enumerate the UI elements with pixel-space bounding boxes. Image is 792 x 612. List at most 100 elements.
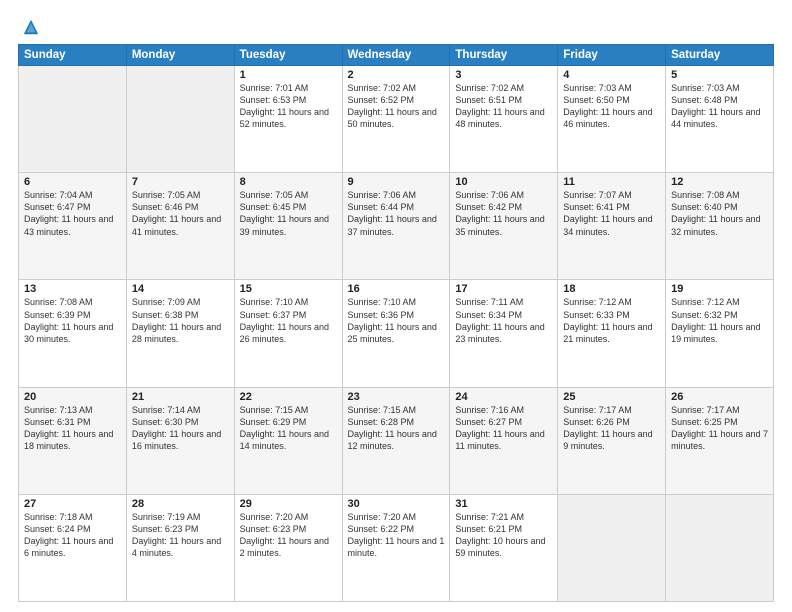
day-cell: 4Sunrise: 7:03 AM Sunset: 6:50 PM Daylig… — [558, 66, 666, 173]
day-cell: 3Sunrise: 7:02 AM Sunset: 6:51 PM Daylig… — [450, 66, 558, 173]
day-info: Sunrise: 7:20 AM Sunset: 6:23 PM Dayligh… — [240, 511, 337, 560]
weekday-header-tuesday: Tuesday — [234, 45, 342, 66]
day-info: Sunrise: 7:08 AM Sunset: 6:40 PM Dayligh… — [671, 189, 768, 238]
day-number: 13 — [24, 283, 121, 295]
day-cell: 13Sunrise: 7:08 AM Sunset: 6:39 PM Dayli… — [19, 280, 127, 387]
day-info: Sunrise: 7:10 AM Sunset: 6:37 PM Dayligh… — [240, 296, 337, 345]
week-row-1: 1Sunrise: 7:01 AM Sunset: 6:53 PM Daylig… — [19, 66, 774, 173]
day-number: 15 — [240, 283, 337, 295]
day-number: 21 — [132, 391, 229, 403]
day-number: 6 — [24, 176, 121, 188]
day-info: Sunrise: 7:03 AM Sunset: 6:50 PM Dayligh… — [563, 82, 660, 131]
day-info: Sunrise: 7:15 AM Sunset: 6:29 PM Dayligh… — [240, 404, 337, 453]
day-number: 29 — [240, 498, 337, 510]
page: SundayMondayTuesdayWednesdayThursdayFrid… — [0, 0, 792, 612]
logo-icon — [22, 18, 40, 36]
weekday-header-thursday: Thursday — [450, 45, 558, 66]
day-info: Sunrise: 7:15 AM Sunset: 6:28 PM Dayligh… — [348, 404, 445, 453]
day-number: 24 — [455, 391, 552, 403]
week-row-3: 13Sunrise: 7:08 AM Sunset: 6:39 PM Dayli… — [19, 280, 774, 387]
day-cell — [19, 66, 127, 173]
day-number: 18 — [563, 283, 660, 295]
day-cell: 19Sunrise: 7:12 AM Sunset: 6:32 PM Dayli… — [666, 280, 774, 387]
logo — [18, 18, 40, 36]
day-number: 19 — [671, 283, 768, 295]
day-cell: 29Sunrise: 7:20 AM Sunset: 6:23 PM Dayli… — [234, 494, 342, 601]
day-info: Sunrise: 7:06 AM Sunset: 6:42 PM Dayligh… — [455, 189, 552, 238]
day-cell: 24Sunrise: 7:16 AM Sunset: 6:27 PM Dayli… — [450, 387, 558, 494]
day-cell: 2Sunrise: 7:02 AM Sunset: 6:52 PM Daylig… — [342, 66, 450, 173]
day-info: Sunrise: 7:05 AM Sunset: 6:45 PM Dayligh… — [240, 189, 337, 238]
day-number: 7 — [132, 176, 229, 188]
day-number: 9 — [348, 176, 445, 188]
day-number: 14 — [132, 283, 229, 295]
day-cell: 22Sunrise: 7:15 AM Sunset: 6:29 PM Dayli… — [234, 387, 342, 494]
day-cell: 9Sunrise: 7:06 AM Sunset: 6:44 PM Daylig… — [342, 173, 450, 280]
day-number: 5 — [671, 69, 768, 81]
day-info: Sunrise: 7:10 AM Sunset: 6:36 PM Dayligh… — [348, 296, 445, 345]
day-cell: 16Sunrise: 7:10 AM Sunset: 6:36 PM Dayli… — [342, 280, 450, 387]
day-cell: 25Sunrise: 7:17 AM Sunset: 6:26 PM Dayli… — [558, 387, 666, 494]
day-info: Sunrise: 7:01 AM Sunset: 6:53 PM Dayligh… — [240, 82, 337, 131]
day-info: Sunrise: 7:20 AM Sunset: 6:22 PM Dayligh… — [348, 511, 445, 560]
week-row-4: 20Sunrise: 7:13 AM Sunset: 6:31 PM Dayli… — [19, 387, 774, 494]
day-number: 28 — [132, 498, 229, 510]
weekday-header-friday: Friday — [558, 45, 666, 66]
day-number: 17 — [455, 283, 552, 295]
day-info: Sunrise: 7:12 AM Sunset: 6:33 PM Dayligh… — [563, 296, 660, 345]
day-number: 20 — [24, 391, 121, 403]
day-number: 23 — [348, 391, 445, 403]
day-cell: 7Sunrise: 7:05 AM Sunset: 6:46 PM Daylig… — [126, 173, 234, 280]
day-info: Sunrise: 7:04 AM Sunset: 6:47 PM Dayligh… — [24, 189, 121, 238]
weekday-header-row: SundayMondayTuesdayWednesdayThursdayFrid… — [19, 45, 774, 66]
day-info: Sunrise: 7:19 AM Sunset: 6:23 PM Dayligh… — [132, 511, 229, 560]
day-cell — [666, 494, 774, 601]
day-cell: 18Sunrise: 7:12 AM Sunset: 6:33 PM Dayli… — [558, 280, 666, 387]
day-cell: 26Sunrise: 7:17 AM Sunset: 6:25 PM Dayli… — [666, 387, 774, 494]
day-info: Sunrise: 7:08 AM Sunset: 6:39 PM Dayligh… — [24, 296, 121, 345]
week-row-2: 6Sunrise: 7:04 AM Sunset: 6:47 PM Daylig… — [19, 173, 774, 280]
day-cell: 11Sunrise: 7:07 AM Sunset: 6:41 PM Dayli… — [558, 173, 666, 280]
day-cell: 28Sunrise: 7:19 AM Sunset: 6:23 PM Dayli… — [126, 494, 234, 601]
day-number: 4 — [563, 69, 660, 81]
day-cell: 14Sunrise: 7:09 AM Sunset: 6:38 PM Dayli… — [126, 280, 234, 387]
day-cell: 31Sunrise: 7:21 AM Sunset: 6:21 PM Dayli… — [450, 494, 558, 601]
day-number: 12 — [671, 176, 768, 188]
day-cell: 27Sunrise: 7:18 AM Sunset: 6:24 PM Dayli… — [19, 494, 127, 601]
day-cell: 21Sunrise: 7:14 AM Sunset: 6:30 PM Dayli… — [126, 387, 234, 494]
day-info: Sunrise: 7:11 AM Sunset: 6:34 PM Dayligh… — [455, 296, 552, 345]
day-cell: 8Sunrise: 7:05 AM Sunset: 6:45 PM Daylig… — [234, 173, 342, 280]
day-info: Sunrise: 7:18 AM Sunset: 6:24 PM Dayligh… — [24, 511, 121, 560]
day-info: Sunrise: 7:05 AM Sunset: 6:46 PM Dayligh… — [132, 189, 229, 238]
day-info: Sunrise: 7:14 AM Sunset: 6:30 PM Dayligh… — [132, 404, 229, 453]
weekday-header-sunday: Sunday — [19, 45, 127, 66]
day-number: 25 — [563, 391, 660, 403]
day-number: 2 — [348, 69, 445, 81]
day-info: Sunrise: 7:17 AM Sunset: 6:26 PM Dayligh… — [563, 404, 660, 453]
weekday-header-saturday: Saturday — [666, 45, 774, 66]
day-number: 3 — [455, 69, 552, 81]
day-number: 31 — [455, 498, 552, 510]
day-cell: 30Sunrise: 7:20 AM Sunset: 6:22 PM Dayli… — [342, 494, 450, 601]
day-cell: 17Sunrise: 7:11 AM Sunset: 6:34 PM Dayli… — [450, 280, 558, 387]
day-info: Sunrise: 7:17 AM Sunset: 6:25 PM Dayligh… — [671, 404, 768, 453]
day-info: Sunrise: 7:09 AM Sunset: 6:38 PM Dayligh… — [132, 296, 229, 345]
day-cell: 15Sunrise: 7:10 AM Sunset: 6:37 PM Dayli… — [234, 280, 342, 387]
day-number: 10 — [455, 176, 552, 188]
day-info: Sunrise: 7:02 AM Sunset: 6:52 PM Dayligh… — [348, 82, 445, 131]
day-number: 16 — [348, 283, 445, 295]
day-number: 27 — [24, 498, 121, 510]
day-info: Sunrise: 7:02 AM Sunset: 6:51 PM Dayligh… — [455, 82, 552, 131]
weekday-header-monday: Monday — [126, 45, 234, 66]
day-number: 26 — [671, 391, 768, 403]
day-cell: 5Sunrise: 7:03 AM Sunset: 6:48 PM Daylig… — [666, 66, 774, 173]
day-cell: 6Sunrise: 7:04 AM Sunset: 6:47 PM Daylig… — [19, 173, 127, 280]
day-info: Sunrise: 7:16 AM Sunset: 6:27 PM Dayligh… — [455, 404, 552, 453]
day-cell: 10Sunrise: 7:06 AM Sunset: 6:42 PM Dayli… — [450, 173, 558, 280]
day-info: Sunrise: 7:21 AM Sunset: 6:21 PM Dayligh… — [455, 511, 552, 560]
day-info: Sunrise: 7:03 AM Sunset: 6:48 PM Dayligh… — [671, 82, 768, 131]
day-info: Sunrise: 7:12 AM Sunset: 6:32 PM Dayligh… — [671, 296, 768, 345]
day-info: Sunrise: 7:06 AM Sunset: 6:44 PM Dayligh… — [348, 189, 445, 238]
day-cell: 20Sunrise: 7:13 AM Sunset: 6:31 PM Dayli… — [19, 387, 127, 494]
day-cell — [126, 66, 234, 173]
